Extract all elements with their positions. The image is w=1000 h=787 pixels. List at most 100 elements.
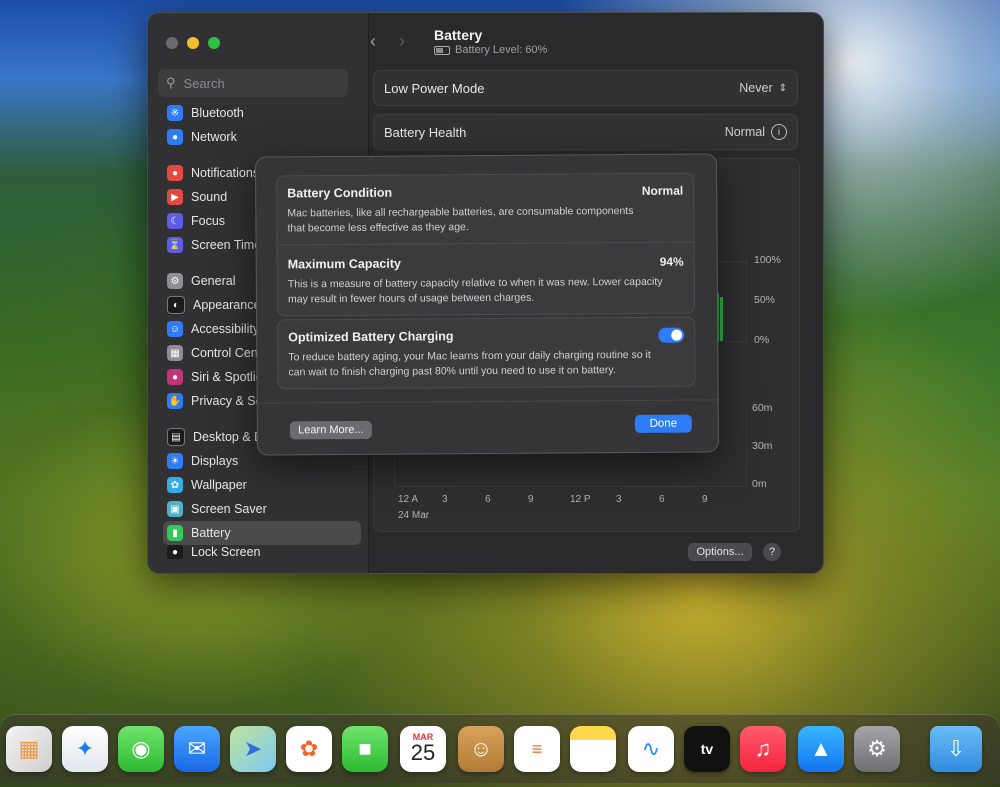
low-power-mode-popup[interactable]: Never ⇕	[739, 81, 787, 95]
sidebar-item-label: Network	[191, 130, 237, 144]
battery-condition-section: Battery Condition Normal Mac batteries, …	[277, 174, 693, 245]
x-tick: 12 P	[570, 494, 591, 505]
y-tick-0m: 0m	[752, 478, 767, 490]
minimize-button[interactable]	[187, 37, 199, 49]
battery-condition-value: Normal	[641, 183, 684, 198]
x-tick: 3	[616, 494, 622, 505]
learn-more-button[interactable]: Learn More...	[289, 420, 372, 440]
optimized-charging-card: Optimized Battery Charging To reduce bat…	[277, 316, 696, 390]
battery-level-subtitle: Battery Level: 60%	[434, 44, 547, 56]
notes-icon[interactable]	[570, 726, 616, 772]
moon-icon: ☾	[167, 213, 183, 229]
facetime-icon[interactable]: ■	[342, 726, 388, 772]
zoom-button[interactable]	[208, 37, 220, 49]
sidebar-item-network[interactable]: ● Network	[163, 125, 361, 149]
maximum-capacity-section: Maximum Capacity 94% This is a measure o…	[277, 241, 695, 316]
accessibility-icon: ☺	[167, 321, 183, 337]
battery-level-bar	[720, 297, 723, 341]
sidebar-item-label: Bluetooth	[191, 106, 244, 120]
app-store-icon[interactable]: ▲	[798, 726, 844, 772]
sidebar-item-screen-saver[interactable]: ▣ Screen Saver	[163, 497, 361, 521]
safari-icon[interactable]: ✦	[62, 726, 108, 772]
battery-level-icon	[434, 45, 450, 55]
sidebar-item-lock-screen[interactable]: ● Lock Screen	[163, 545, 361, 559]
done-button[interactable]: Done	[634, 414, 692, 433]
optimized-charging-toggle[interactable]	[658, 327, 685, 343]
close-button[interactable]	[166, 37, 178, 49]
launchpad-icon[interactable]: ▦	[6, 726, 52, 772]
dock: ▦ ✦ ◉ ✉ ➤ ✿ ■ MAR 25 ☺ ≡ ∿ tv ♫ ▲ ⚙ ⇩	[0, 714, 1000, 783]
battery-health-label: Battery Health	[384, 124, 467, 140]
speaker-icon: ▶	[167, 189, 183, 205]
back-arrow-icon[interactable]: ‹	[370, 31, 376, 51]
sheet-divider	[257, 399, 718, 404]
sidebar-item-label: Battery	[191, 526, 231, 540]
battery-level-text: Battery Level: 60%	[455, 44, 548, 56]
gear-icon: ⚙	[167, 273, 183, 289]
screensaver-icon: ▣	[167, 501, 183, 517]
battery-condition-description: Mac batteries, like all rechargeable bat…	[287, 204, 634, 235]
optimized-charging-section: Optimized Battery Charging To reduce bat…	[278, 318, 694, 389]
lock-icon: ●	[167, 545, 183, 559]
battery-health-value: Normal	[724, 125, 765, 139]
flower-icon: ✿	[167, 477, 183, 493]
battery-health-row: Battery Health Normal i	[373, 114, 798, 150]
maximum-capacity-title: Maximum Capacity	[287, 256, 401, 272]
sidebar-item-label: Notifications	[191, 166, 260, 180]
maps-icon[interactable]: ➤	[230, 726, 276, 772]
mail-icon[interactable]: ✉	[174, 726, 220, 772]
sidebar-item-label: Accessibility	[191, 322, 260, 336]
siri-icon: ●	[167, 369, 183, 385]
page-title: Battery	[434, 27, 483, 43]
grid-line	[746, 409, 747, 487]
x-tick: 9	[702, 494, 708, 505]
grid-line	[746, 259, 747, 344]
help-button[interactable]: ?	[763, 543, 781, 561]
sidebar-item-battery[interactable]: ▮ Battery	[163, 521, 361, 545]
sidebar-item-label: Lock Screen	[191, 545, 261, 559]
search-icon: ⚲	[166, 75, 176, 90]
sidebar-item-label: Screen Saver	[191, 502, 267, 516]
chart-date-label: 24 Mar	[398, 510, 430, 521]
info-icon[interactable]: i	[771, 124, 787, 140]
control-centre-icon: ▦	[167, 345, 183, 361]
maximum-capacity-value: 94%	[659, 254, 684, 269]
bell-icon: ●	[167, 165, 183, 181]
battery-health-sheet: Battery Condition Normal Mac batteries, …	[254, 153, 720, 456]
sidebar-item-label: Displays	[191, 454, 239, 468]
messages-icon[interactable]: ◉	[118, 726, 164, 772]
desktop-icon: ▤	[167, 428, 185, 446]
forward-arrow-icon[interactable]: ›	[399, 31, 405, 51]
contacts-icon[interactable]: ☺	[458, 726, 504, 772]
system-settings-icon[interactable]: ⚙	[854, 726, 900, 772]
x-tick: 3	[442, 494, 448, 505]
sidebar-item-label: Appearance	[193, 298, 261, 312]
photos-icon[interactable]: ✿	[286, 726, 332, 772]
x-tick: 6	[659, 494, 665, 505]
sidebar-item-label: Wallpaper	[191, 478, 247, 492]
x-tick: 9	[528, 494, 534, 505]
reminders-icon[interactable]: ≡	[514, 726, 560, 772]
apple-tv-label: tv	[700, 741, 714, 757]
calendar-day: 25	[410, 740, 436, 765]
appearance-icon: ◐	[167, 296, 185, 314]
downloads-folder-icon[interactable]: ⇩	[930, 726, 982, 772]
sidebar-item-bluetooth[interactable]: ※ Bluetooth	[163, 101, 361, 125]
search-field[interactable]: ⚲ Search	[158, 69, 348, 97]
options-button[interactable]: Options...	[688, 543, 752, 561]
sidebar-item-wallpaper[interactable]: ✿ Wallpaper	[163, 473, 361, 497]
music-icon[interactable]: ♫	[740, 726, 786, 772]
sidebar-item-label: Sound	[191, 190, 228, 204]
low-power-mode-label: Low Power Mode	[384, 80, 485, 96]
maximum-capacity-description: This is a measure of battery capacity re…	[287, 275, 663, 306]
y-tick-50: 50%	[754, 294, 776, 306]
y-tick-0: 0%	[754, 334, 770, 346]
freeform-icon[interactable]: ∿	[628, 726, 674, 772]
sidebar-item-label: Focus	[191, 214, 226, 228]
calendar-icon[interactable]: MAR 25	[400, 726, 446, 772]
optimized-charging-title: Optimized Battery Charging	[288, 329, 454, 345]
low-power-mode-value: Never	[739, 81, 773, 95]
apple-tv-icon[interactable]: tv	[684, 726, 730, 772]
low-power-mode-row: Low Power Mode Never ⇕	[373, 70, 798, 106]
y-tick-30m: 30m	[752, 440, 773, 452]
